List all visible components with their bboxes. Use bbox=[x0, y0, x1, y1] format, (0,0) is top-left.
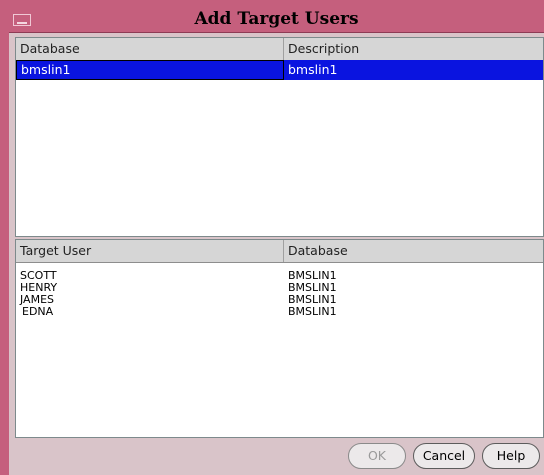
help-button[interactable]: Help bbox=[482, 443, 540, 469]
target-users-table-header: Target User Database bbox=[16, 240, 543, 263]
column-header-description[interactable]: Description bbox=[284, 38, 544, 60]
table-row[interactable]: SCOTT BMSLIN1 bbox=[16, 270, 543, 282]
button-bar: OK Cancel Help bbox=[9, 440, 544, 475]
description-cell: bmslin1 bbox=[288, 62, 338, 77]
target-user-cell: EDNA bbox=[22, 305, 54, 318]
target-users-table: Target User Database SCOTT BMSLIN1 HENRY… bbox=[15, 239, 544, 438]
database-table-header: Database Description bbox=[16, 38, 543, 61]
cancel-button[interactable]: Cancel bbox=[413, 443, 475, 469]
table-row[interactable]: EDNA BMSLIN1 bbox=[16, 306, 543, 318]
database-cell: BMSLIN1 bbox=[288, 305, 337, 318]
table-row[interactable]: JAMES BMSLIN1 bbox=[16, 294, 543, 306]
add-target-users-dialog: Add Target Users Database Description bm… bbox=[0, 0, 544, 475]
table-row[interactable]: bmslin1 bmslin1 bbox=[16, 60, 543, 80]
column-header-target-user[interactable]: Target User bbox=[16, 240, 284, 262]
database-cell: bmslin1 bbox=[16, 60, 284, 80]
ok-button[interactable]: OK bbox=[348, 443, 406, 469]
dialog-title: Add Target Users bbox=[194, 9, 359, 29]
database-table: Database Description bmslin1 bmslin1 bbox=[15, 37, 544, 237]
column-header-database[interactable]: Database bbox=[284, 240, 544, 262]
title-bar[interactable]: Add Target Users bbox=[9, 0, 544, 33]
table-row[interactable]: HENRY BMSLIN1 bbox=[16, 282, 543, 294]
column-header-database[interactable]: Database bbox=[16, 38, 284, 60]
